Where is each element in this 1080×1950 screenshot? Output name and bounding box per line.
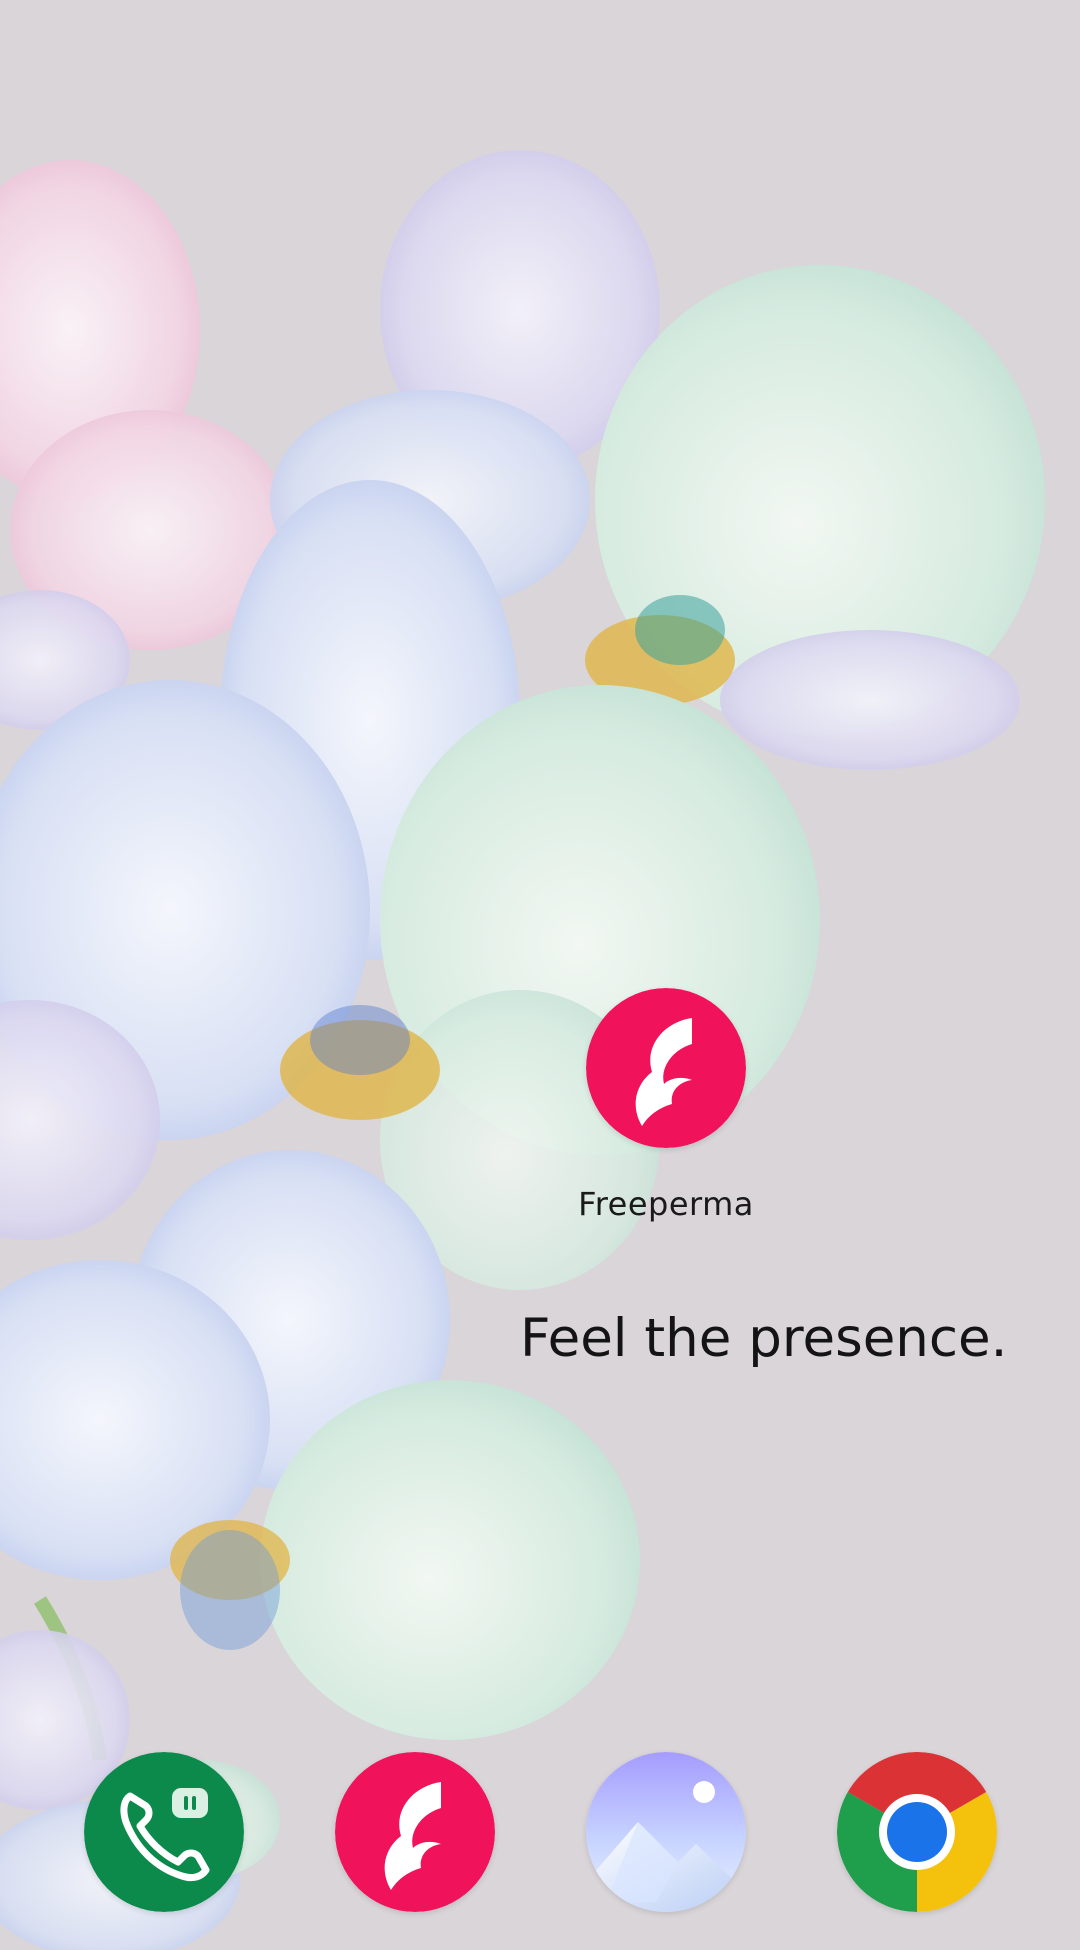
gallery-icon	[586, 1752, 746, 1912]
phone-icon	[84, 1752, 244, 1912]
tagline-text: Feel the presence.	[520, 1308, 1008, 1369]
freeperma-app-label[interactable]: Freeperma	[536, 1185, 796, 1223]
freeperma-app-icon[interactable]	[586, 988, 746, 1148]
orchid-wallpaper-image	[0, 0, 1080, 1950]
freeperma-icon	[586, 988, 746, 1148]
dock-chrome-app[interactable]	[837, 1752, 997, 1912]
chrome-icon	[837, 1752, 997, 1912]
freeperma-icon	[335, 1752, 495, 1912]
dock-freeperma-app[interactable]	[335, 1752, 495, 1912]
dock-phone-app[interactable]	[84, 1752, 244, 1912]
dock-gallery-app[interactable]	[586, 1752, 746, 1912]
